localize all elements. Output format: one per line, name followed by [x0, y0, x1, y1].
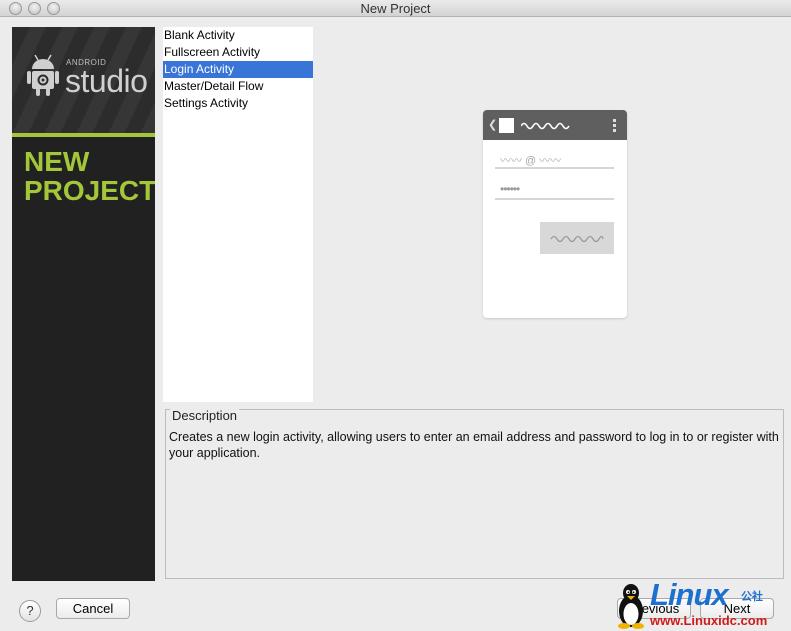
title-bar: New Project — [0, 0, 791, 17]
brand-big-text: studio — [65, 63, 148, 99]
template-item-fullscreen-activity[interactable]: Fullscreen Activity — [163, 44, 313, 61]
template-preview: ❮ 〰〰 @ 〰〰 •••••• — [483, 110, 627, 318]
heading-line-1: NEW — [24, 146, 90, 177]
overflow-menu-icon — [613, 119, 616, 134]
template-item-settings-activity[interactable]: Settings Activity — [163, 95, 313, 112]
android-robot-icon — [27, 54, 59, 96]
template-item-master-detail-flow[interactable]: Master/Detail Flow — [163, 78, 313, 95]
penguin-icon — [618, 584, 644, 629]
preview-sign-in-button — [540, 222, 614, 254]
template-item-login-activity[interactable]: Login Activity — [163, 61, 313, 78]
description-text: Creates a new login activity, allowing u… — [169, 430, 779, 460]
android-studio-logo: ANDROID studio — [12, 27, 155, 133]
cancel-button[interactable]: Cancel — [56, 598, 130, 619]
help-button[interactable]: ? — [19, 600, 41, 622]
watermark-badge: 公社 — [741, 591, 763, 603]
branding-sidebar: ANDROID studio NEW PROJECT — [12, 27, 155, 581]
watermark-url: www.Linuxidc.com — [650, 613, 768, 628]
password-hint: •••••• — [500, 182, 520, 196]
app-icon-placeholder — [499, 118, 514, 133]
preview-password-field: •••••• — [495, 182, 614, 200]
window-title: New Project — [360, 1, 431, 16]
watermark-brand: Linux — [650, 577, 729, 612]
accent-divider — [12, 133, 155, 137]
watermark: Linux 公社 www.Linuxidc.com — [614, 577, 791, 631]
back-chevron-icon: ❮ — [488, 119, 498, 131]
heading-line-2: PROJECT — [24, 175, 155, 206]
preview-action-bar: ❮ — [483, 110, 627, 140]
description-legend: Description — [170, 408, 240, 423]
template-item-blank-activity[interactable]: Blank Activity — [163, 27, 313, 44]
title-squiggle-icon — [521, 122, 570, 130]
activity-template-list[interactable]: Blank Activity Fullscreen Activity Login… — [163, 27, 313, 402]
new-project-heading: NEW PROJECT — [24, 147, 155, 205]
email-hint: 〰〰 @ 〰〰 — [500, 155, 562, 167]
preview-email-field: 〰〰 @ 〰〰 — [495, 151, 614, 169]
button-squiggle-icon — [550, 235, 604, 243]
